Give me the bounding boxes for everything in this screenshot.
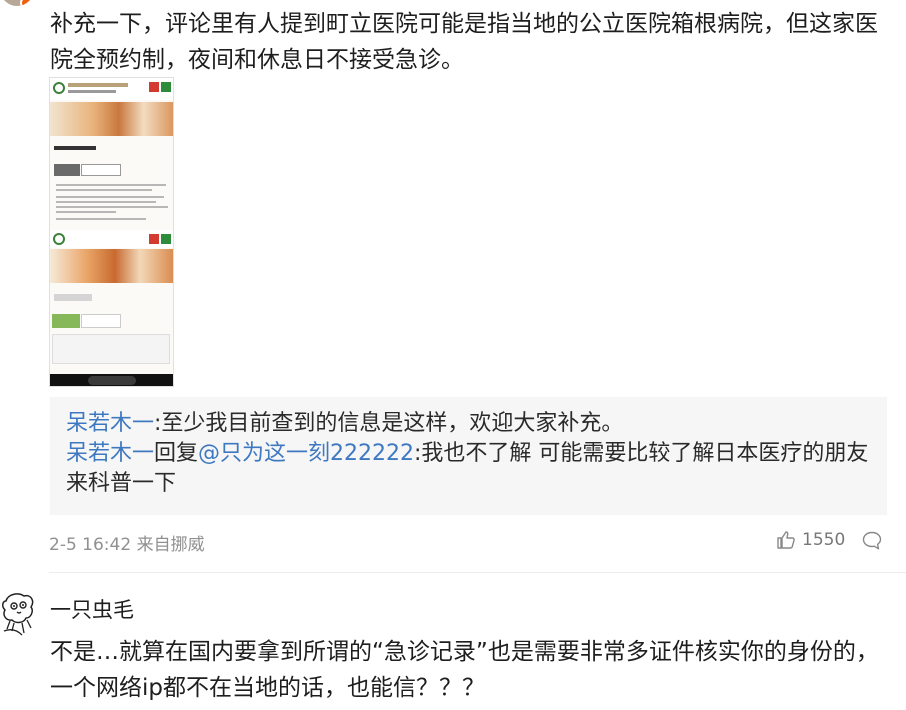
comment-text: 不是…就算在国内要拿到所谓的“急诊记录”也是需要非常多证件核实你的身份的，一个网…: [50, 639, 879, 701]
like-count: 1550: [802, 530, 846, 550]
reply-item: 呆若木一回复@只为这一刻222222:我也不了解 可能需要比较了解日本医疗的朋友…: [66, 439, 871, 499]
hospital-logo-icon: [53, 233, 65, 245]
comment-text: 补充一下，评论里有人提到町立医院可能是指当地的公立医院箱根病院，但这家医院全预约…: [50, 11, 878, 73]
verified-badge-icon: [20, 0, 34, 6]
thumbs-up-icon: [777, 531, 795, 549]
avatar[interactable]: [0, 591, 38, 637]
phone-icon: [149, 82, 159, 92]
comment-meta: 2-5 16:42 来自挪威: [49, 535, 205, 555]
reply-connector: 回复: [154, 441, 199, 466]
menu-icon: [161, 82, 171, 92]
comment-username[interactable]: 一只虫毛: [50, 594, 134, 624]
thumbnail-photo: [50, 102, 173, 136]
like-button[interactable]: 1550: [776, 529, 845, 551]
reply-username[interactable]: 呆若木一: [66, 441, 154, 466]
divider: [49, 572, 906, 573]
reply-username[interactable]: 呆若木一: [66, 411, 154, 436]
thumbnail-photo: [50, 249, 173, 283]
reply-item: 呆若木一:至少我目前查到的信息是这样，欢迎大家补充。: [66, 409, 871, 439]
reply-list: 呆若木一:至少我目前查到的信息是这样，欢迎大家补充。 呆若木一回复@只为这一刻2…: [50, 397, 887, 515]
avatar[interactable]: [0, 0, 34, 6]
attached-image-thumbnail[interactable]: [49, 77, 174, 387]
menu-icon: [161, 234, 171, 244]
hospital-logo-icon: [53, 82, 65, 94]
reply-mention[interactable]: @只为这一刻222222: [198, 441, 414, 466]
phone-icon: [149, 234, 159, 244]
comment-bubble-icon[interactable]: [862, 531, 882, 550]
reply-text: :至少我目前查到的信息是这样，欢迎大家补充。: [154, 411, 624, 436]
